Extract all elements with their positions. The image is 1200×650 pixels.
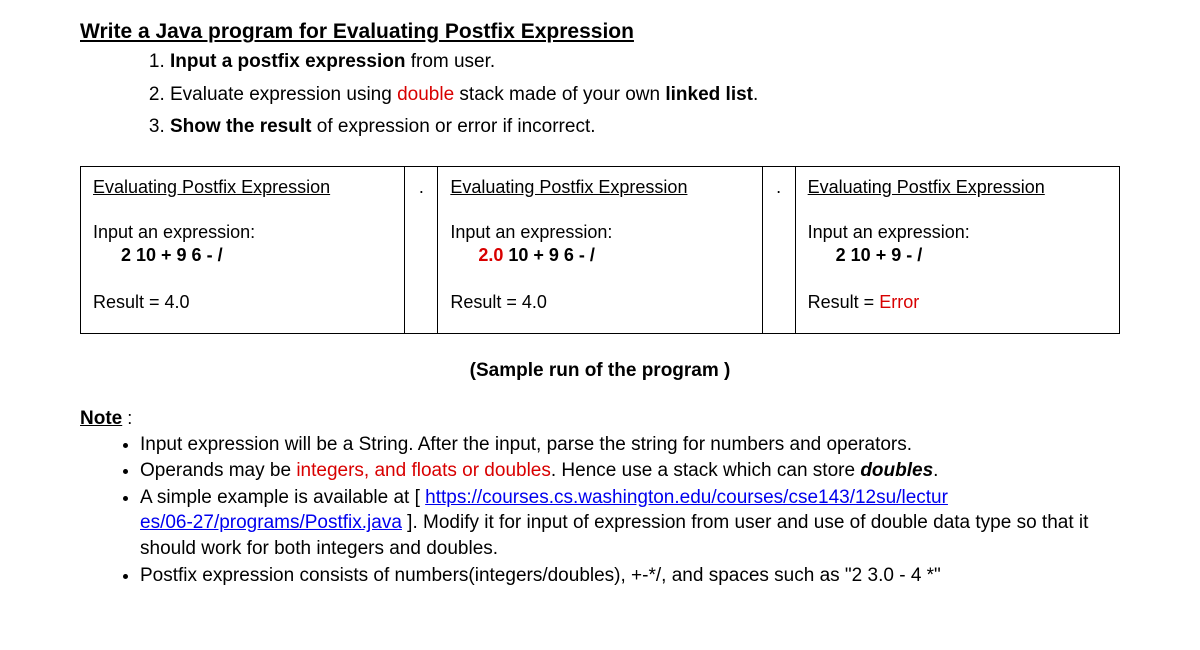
sample-prompt: Input an expression: bbox=[450, 222, 749, 243]
sample-box: Evaluating Postfix Expression Input an e… bbox=[795, 166, 1120, 334]
separator-dot: . bbox=[763, 166, 795, 334]
reference-link[interactable]: https://courses.cs.washington.edu/course… bbox=[425, 487, 948, 508]
sample-caption: (Sample run of the program ) bbox=[60, 360, 1140, 382]
sample-input: 2 10 + 9 6 - / bbox=[121, 245, 392, 266]
list-item: Postfix expression consists of numbers(i… bbox=[140, 563, 1140, 589]
sample-title: Evaluating Postfix Expression bbox=[450, 177, 749, 198]
note-text: . bbox=[933, 460, 938, 481]
sample-input: 2 10 + 9 - / bbox=[836, 245, 1107, 266]
step-text: Evaluate expression using bbox=[170, 84, 397, 105]
sample-title: Evaluating Postfix Expression bbox=[93, 177, 392, 198]
note-text: doubles bbox=[860, 460, 933, 481]
step-text: of expression or error if incorrect. bbox=[311, 116, 595, 137]
step-text: stack made of your own bbox=[454, 84, 665, 105]
step-text: . bbox=[753, 84, 758, 105]
note-list: Input expression will be a String. After… bbox=[116, 432, 1140, 589]
sample-result: Result = 4.0 bbox=[93, 292, 392, 313]
separator-dot: . bbox=[405, 166, 437, 334]
step-text: linked list bbox=[665, 84, 753, 105]
sample-box: Evaluating Postfix Expression Input an e… bbox=[437, 166, 762, 334]
list-item: A simple example is available at [ https… bbox=[140, 485, 1140, 562]
sample-box: Evaluating Postfix Expression Input an e… bbox=[80, 166, 405, 334]
note-section: Note : Input expression will be a String… bbox=[60, 408, 1140, 589]
step-text: Input a postfix expression bbox=[170, 51, 405, 72]
list-item: Operands may be integers, and floats or … bbox=[140, 458, 1140, 484]
note-text: A simple example is available at [ bbox=[140, 487, 425, 508]
note-heading: Note bbox=[80, 408, 122, 429]
sample-result: Result = Error bbox=[808, 292, 1107, 313]
note-text: integers, and floats or doubles bbox=[296, 460, 551, 481]
step-text: from user. bbox=[405, 51, 495, 72]
sample-prompt: Input an expression: bbox=[93, 222, 392, 243]
sample-title: Evaluating Postfix Expression bbox=[808, 177, 1107, 198]
sample-input: 2.0 10 + 9 6 - / bbox=[478, 245, 749, 266]
note-text: . Hence use a stack which can store bbox=[551, 460, 860, 481]
note-text: Operands may be bbox=[140, 460, 296, 481]
list-item: Input a postfix expression from user. bbox=[170, 48, 1140, 77]
list-item: Show the result of expression or error i… bbox=[170, 113, 1140, 142]
note-colon: : bbox=[122, 408, 132, 428]
list-item: Evaluate expression using double stack m… bbox=[170, 81, 1140, 110]
sample-prompt: Input an expression: bbox=[808, 222, 1107, 243]
reference-link[interactable]: es/06-27/programs/Postfix.java bbox=[140, 512, 402, 533]
sample-result: Result = 4.0 bbox=[450, 292, 749, 313]
list-item: Input expression will be a String. After… bbox=[140, 432, 1140, 458]
step-text: double bbox=[397, 84, 454, 105]
instruction-list: Input a postfix expression from user. Ev… bbox=[140, 48, 1140, 142]
sample-runs-row: Evaluating Postfix Expression Input an e… bbox=[80, 166, 1120, 334]
step-text: Show the result bbox=[170, 116, 311, 137]
page-title: Write a Java program for Evaluating Post… bbox=[80, 20, 1140, 44]
